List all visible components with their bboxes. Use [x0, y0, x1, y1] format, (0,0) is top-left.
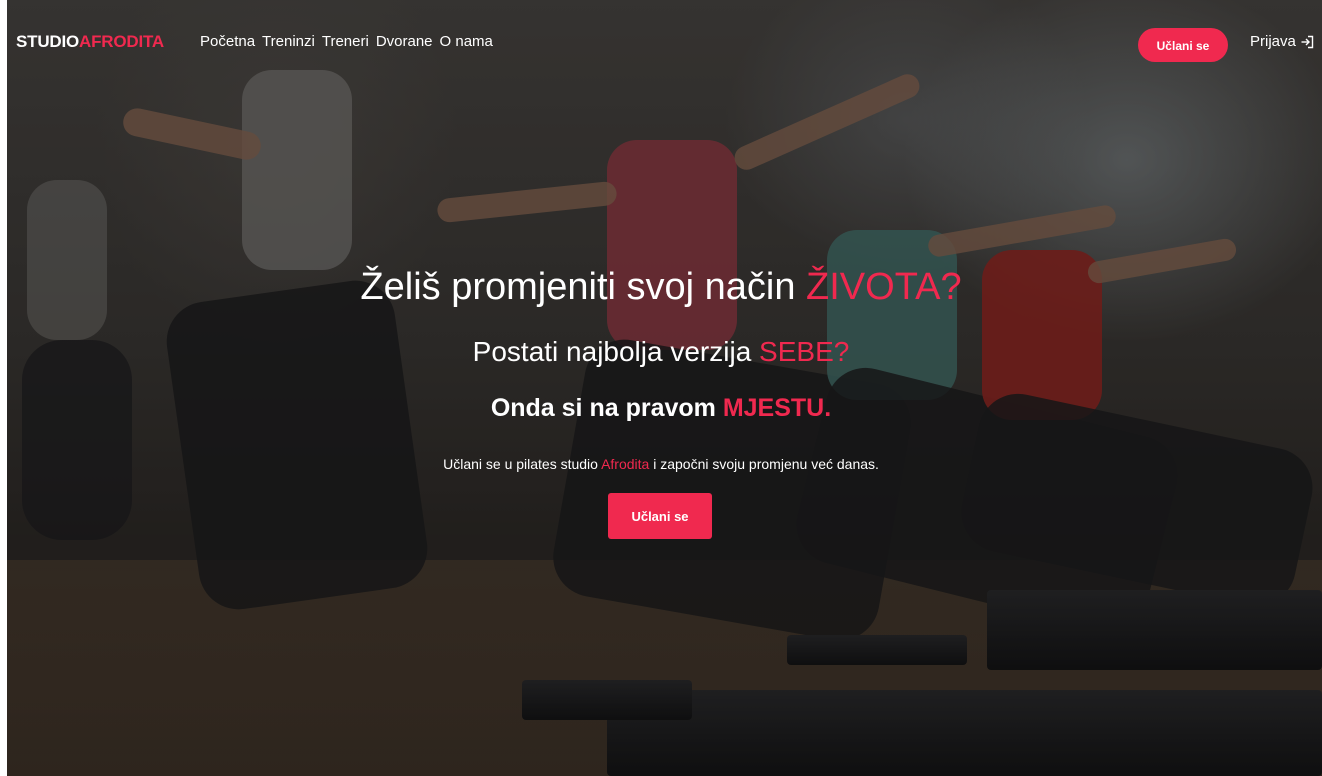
page: STUDIOAFRODITA Početna Treninzi Treneri … — [0, 0, 1322, 776]
nav-link-o-nama[interactable]: O nama — [440, 32, 493, 52]
login-link[interactable]: Prijava — [1250, 32, 1314, 52]
hero-tagline: Onda si na pravom MJESTU. — [0, 392, 1322, 424]
hero-headline: Želiš promjeniti svoj način ŽIVOTA? — [0, 264, 1322, 310]
hero-description-accent: Afrodita — [601, 456, 650, 472]
hero-subheadline: Postati najbolja verzija SEBE? — [0, 334, 1322, 370]
brand-name-part2: AFRODITA — [79, 32, 164, 51]
brand-logo[interactable]: STUDIOAFRODITA — [16, 32, 164, 52]
hero-headline-text: Želiš promjeniti svoj način — [360, 266, 807, 308]
join-button-nav[interactable]: Učlani se — [1138, 28, 1228, 62]
hero-subheadline-accent: SEBE? — [759, 336, 850, 367]
nav-links: Početna Treninzi Treneri Dvorane O nama — [200, 32, 493, 52]
nav-link-dvorane[interactable]: Dvorane — [376, 32, 433, 52]
sign-in-icon — [1300, 35, 1314, 49]
hero-description-after: i započni svoju promjenu već danas. — [649, 456, 879, 472]
hero-subheadline-text: Postati najbolja verzija — [472, 336, 760, 367]
nav-link-pocetna[interactable]: Početna — [200, 32, 255, 52]
hero-headline-accent: ŽIVOTA? — [806, 266, 962, 308]
join-button-hero[interactable]: Učlani se — [608, 493, 712, 539]
hero-overlay — [7, 0, 1322, 776]
login-label: Prijava — [1250, 33, 1296, 50]
hero-description: Učlani se u pilates studio Afrodita i za… — [0, 454, 1322, 474]
hero-description-before: Učlani se u pilates studio — [443, 456, 602, 472]
brand-name-part1: STUDIO — [16, 32, 80, 51]
nav-link-treninzi[interactable]: Treninzi — [262, 32, 315, 52]
nav-link-treneri[interactable]: Treneri — [322, 32, 369, 52]
hero-tagline-text: Onda si na pravom — [490, 394, 723, 422]
hero-background-image — [7, 0, 1322, 776]
hero-tagline-accent: MJESTU. — [722, 394, 832, 422]
navbar: STUDIOAFRODITA Početna Treninzi Treneri … — [0, 0, 1322, 88]
